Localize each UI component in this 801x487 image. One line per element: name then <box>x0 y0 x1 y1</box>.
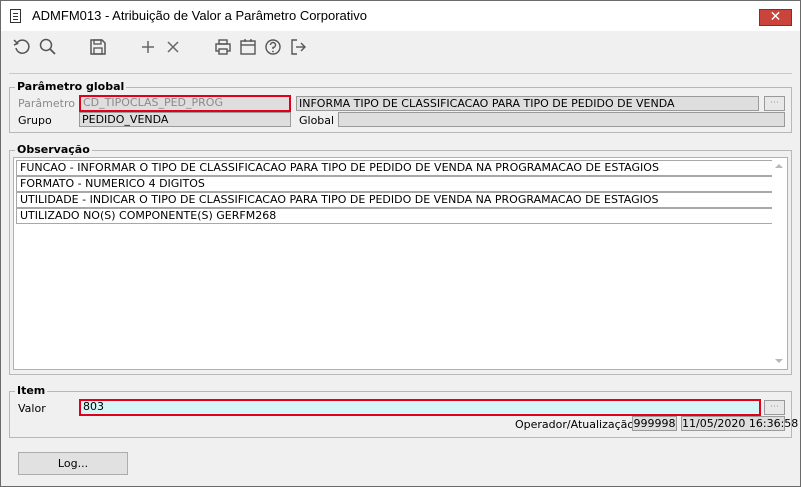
parametro-descricao-field: INFORMA TIPO DE CLASSIFICACAO PARA TIPO … <box>296 96 759 111</box>
scroll-up-icon[interactable] <box>775 164 783 168</box>
close-button[interactable]: ✕ <box>759 9 792 26</box>
parametro-global-title: Parâmetro global <box>15 80 127 93</box>
log-button[interactable]: Log... <box>18 452 128 475</box>
search-icon[interactable] <box>38 37 58 57</box>
add-icon[interactable] <box>138 37 158 57</box>
observacao-title: Observação <box>15 143 92 156</box>
toolbar <box>1 31 800 69</box>
scroll-down-icon[interactable] <box>775 359 783 363</box>
valor-lookup-button[interactable]: ⋯ <box>764 400 785 415</box>
observacao-line: UTILIDADE - INDICAR O TIPO DE CLASSIFICA… <box>16 192 774 208</box>
observacao-scrollbar[interactable] <box>772 159 786 368</box>
global-field <box>338 112 785 127</box>
grupo-field: PEDIDO_VENDA <box>79 112 291 127</box>
window-title: ADMFM013 - Atribuição de Valor a Parâmet… <box>32 8 368 23</box>
delete-icon[interactable] <box>163 37 183 57</box>
exit-icon[interactable] <box>288 37 308 57</box>
valor-field[interactable]: 803 <box>79 399 761 416</box>
observacao-list[interactable]: FUNCAO - INFORMAR O TIPO DE CLASSIFICACA… <box>13 157 788 370</box>
toolbar-divider <box>9 73 792 74</box>
valor-label: Valor <box>18 402 46 415</box>
main-window: ADMFM013 - Atribuição de Valor a Parâmet… <box>0 0 801 487</box>
printer-icon[interactable] <box>213 37 233 57</box>
observacao-line: FORMATO - NUMERICO 4 DIGITOS <box>16 176 774 192</box>
grupo-label: Grupo <box>18 114 52 127</box>
operador-field: 999998 <box>632 416 677 431</box>
calendar-icon[interactable] <box>238 37 258 57</box>
observacao-line: FUNCAO - INFORMAR O TIPO DE CLASSIFICACA… <box>16 160 774 176</box>
parametro-lookup-button[interactable]: ⋯ <box>764 96 785 111</box>
document-icon <box>10 9 21 23</box>
title-bar: ADMFM013 - Atribuição de Valor a Parâmet… <box>1 1 800 31</box>
atualizacao-field: 11/05/2020 16:36:58 <box>681 416 799 431</box>
parametro-field[interactable]: CD_TIPOCLAS_PED_PROG <box>79 95 291 112</box>
parametro-label: Parâmetro <box>18 97 75 110</box>
refresh-icon[interactable] <box>12 37 32 57</box>
global-label: Global <box>299 114 335 127</box>
operador-atualizacao-label: Operador/Atualização <box>515 418 635 431</box>
help-icon[interactable] <box>263 37 283 57</box>
item-title: Item <box>15 384 48 397</box>
observacao-line: UTILIZADO NO(S) COMPONENTE(S) GERFM268 <box>16 208 774 224</box>
save-icon[interactable] <box>88 37 108 57</box>
